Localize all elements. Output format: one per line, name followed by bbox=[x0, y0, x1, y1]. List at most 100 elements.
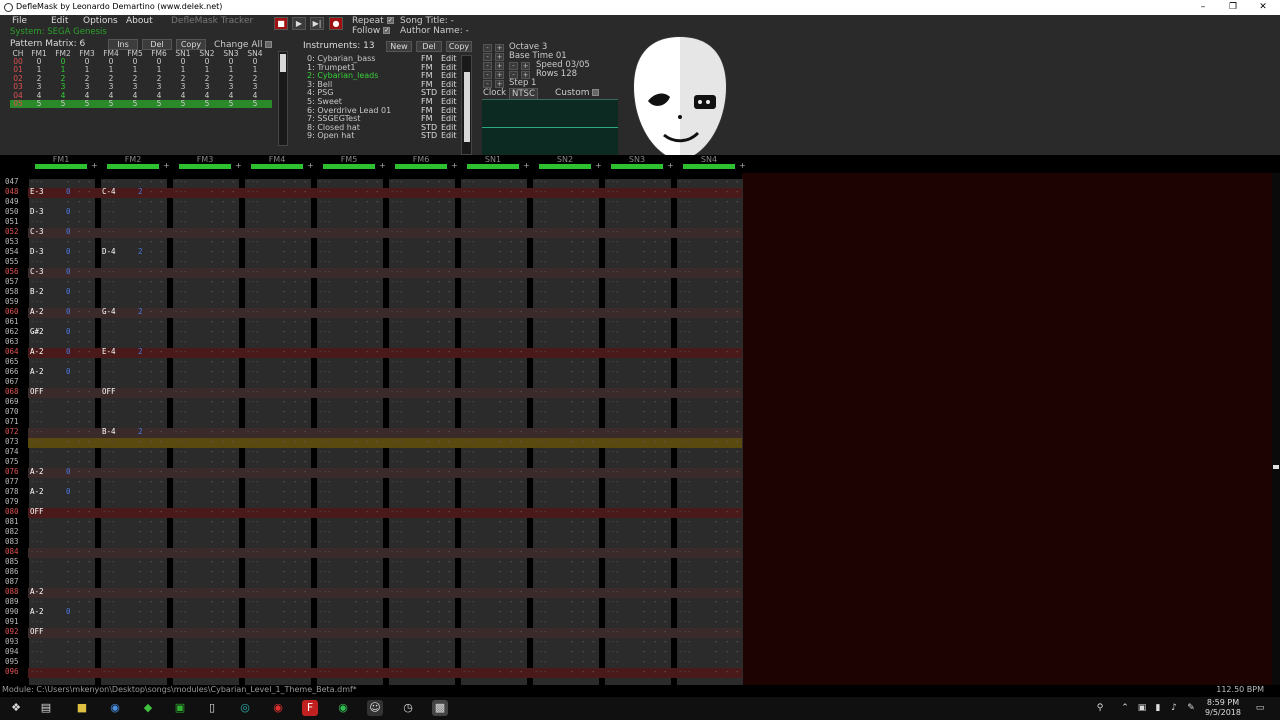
instrument-cell-empty[interactable]: - bbox=[570, 657, 575, 666]
note-cell-empty[interactable]: --- bbox=[678, 207, 692, 216]
note-cell-empty[interactable]: --- bbox=[102, 397, 116, 406]
effect-cell[interactable]: - bbox=[303, 577, 308, 586]
instrument-cell-empty[interactable]: - bbox=[282, 197, 287, 206]
volume-cell[interactable]: - bbox=[725, 217, 730, 226]
note-cell-empty[interactable]: --- bbox=[102, 467, 116, 476]
note-cell-empty[interactable]: --- bbox=[102, 357, 116, 366]
effect-cell[interactable]: - bbox=[375, 227, 380, 236]
instrument-cell-empty[interactable]: - bbox=[714, 637, 719, 646]
volume-cell[interactable]: - bbox=[149, 177, 154, 186]
effect-cell[interactable]: - bbox=[375, 617, 380, 626]
effect-cell[interactable]: - bbox=[87, 507, 92, 516]
instrument-cell-empty[interactable]: - bbox=[426, 657, 431, 666]
effect-cell[interactable]: - bbox=[663, 477, 668, 486]
effect-cell[interactable]: - bbox=[447, 247, 452, 256]
instrument-cell-empty[interactable]: - bbox=[498, 277, 503, 286]
note-cell-empty[interactable]: --- bbox=[30, 447, 44, 456]
volume-cell[interactable]: - bbox=[221, 597, 226, 606]
instrument-cell-empty[interactable]: - bbox=[714, 387, 719, 396]
instrument-cell-empty[interactable]: - bbox=[642, 607, 647, 616]
window-app-icon[interactable]: ▩ bbox=[432, 700, 448, 716]
note-cell-empty[interactable]: --- bbox=[246, 597, 260, 606]
instrument-cell-empty[interactable]: - bbox=[282, 557, 287, 566]
effect-cell[interactable]: - bbox=[735, 527, 740, 536]
note-cell-empty[interactable]: --- bbox=[606, 377, 620, 386]
note-cell-empty[interactable]: --- bbox=[390, 377, 404, 386]
note-cell-empty[interactable]: --- bbox=[462, 627, 476, 636]
note-cell-empty[interactable]: --- bbox=[678, 577, 692, 586]
volume-cell[interactable]: - bbox=[653, 487, 658, 496]
volume-cell[interactable]: - bbox=[77, 627, 82, 636]
volume-cell[interactable]: - bbox=[293, 467, 298, 476]
instrument-cell-empty[interactable]: - bbox=[642, 487, 647, 496]
volume-cell[interactable]: - bbox=[725, 387, 730, 396]
note-cell-empty[interactable]: --- bbox=[678, 627, 692, 636]
instrument-cell-empty[interactable]: - bbox=[282, 257, 287, 266]
instrument-cell-empty[interactable]: - bbox=[138, 217, 143, 226]
volume-cell[interactable]: - bbox=[293, 577, 298, 586]
instrument-cell[interactable]: 0 bbox=[66, 307, 71, 316]
effect-cell[interactable]: - bbox=[447, 177, 452, 186]
effect-cell[interactable]: - bbox=[591, 667, 596, 676]
instrument-cell-empty[interactable]: - bbox=[138, 647, 143, 656]
note-cell-empty[interactable]: --- bbox=[534, 597, 548, 606]
instrument-cell-empty[interactable]: - bbox=[642, 477, 647, 486]
effect-cell[interactable]: - bbox=[591, 177, 596, 186]
note-cell-empty[interactable]: --- bbox=[102, 197, 116, 206]
instrument-cell-empty[interactable]: - bbox=[714, 447, 719, 456]
volume-cell[interactable]: - bbox=[725, 347, 730, 356]
note-cell-empty[interactable]: --- bbox=[318, 337, 332, 346]
effect-cell[interactable]: - bbox=[591, 227, 596, 236]
effect-cell[interactable]: - bbox=[231, 187, 236, 196]
effect-cell[interactable]: - bbox=[159, 517, 164, 526]
effect-cell[interactable]: - bbox=[591, 537, 596, 546]
effect-cell[interactable]: - bbox=[87, 387, 92, 396]
volume-cell[interactable]: - bbox=[221, 297, 226, 306]
note-cell[interactable]: C-3 bbox=[30, 267, 44, 276]
effect-cell[interactable]: - bbox=[375, 367, 380, 376]
effect-cell[interactable]: - bbox=[159, 467, 164, 476]
effect-cell[interactable]: - bbox=[375, 597, 380, 606]
instrument-cell-empty[interactable]: - bbox=[66, 497, 71, 506]
volume-cell[interactable]: - bbox=[725, 287, 730, 296]
effect-cell[interactable]: - bbox=[663, 337, 668, 346]
effect-cell[interactable]: - bbox=[591, 417, 596, 426]
note-cell-empty[interactable]: --- bbox=[318, 537, 332, 546]
effect-cell[interactable]: - bbox=[231, 667, 236, 676]
volume-cell[interactable]: - bbox=[725, 667, 730, 676]
effect-cell[interactable]: - bbox=[303, 637, 308, 646]
note-cell-empty[interactable]: --- bbox=[318, 557, 332, 566]
note-cell-empty[interactable]: --- bbox=[246, 667, 260, 676]
volume-cell[interactable]: - bbox=[149, 667, 154, 676]
volume-cell[interactable]: - bbox=[437, 517, 442, 526]
instrument-cell-empty[interactable]: - bbox=[66, 357, 71, 366]
instrument-cell-empty[interactable]: - bbox=[354, 287, 359, 296]
instrument-cell[interactable]: 0 bbox=[66, 467, 71, 476]
volume-cell[interactable]: - bbox=[149, 467, 154, 476]
instrument-cell-empty[interactable]: - bbox=[714, 297, 719, 306]
volume-cell[interactable]: - bbox=[437, 327, 442, 336]
instrument-cell-empty[interactable]: - bbox=[642, 297, 647, 306]
note-cell-empty[interactable]: --- bbox=[678, 437, 692, 446]
effect-cell[interactable]: - bbox=[87, 657, 92, 666]
instrument-cell-empty[interactable]: - bbox=[210, 327, 215, 336]
note-cell-empty[interactable]: --- bbox=[462, 387, 476, 396]
effect-cell[interactable]: - bbox=[159, 367, 164, 376]
effect-cell[interactable]: - bbox=[663, 527, 668, 536]
note-cell-empty[interactable]: --- bbox=[318, 447, 332, 456]
note-cell-empty[interactable]: --- bbox=[102, 207, 116, 216]
volume-cell[interactable]: - bbox=[293, 637, 298, 646]
note-cell-empty[interactable]: --- bbox=[606, 547, 620, 556]
note-cell-empty[interactable]: --- bbox=[318, 367, 332, 376]
instrument-cell-empty[interactable]: - bbox=[714, 527, 719, 536]
effect-cell[interactable]: - bbox=[375, 217, 380, 226]
volume-cell[interactable]: - bbox=[437, 597, 442, 606]
note-cell-empty[interactable]: --- bbox=[678, 247, 692, 256]
volume-cell[interactable]: - bbox=[149, 457, 154, 466]
note-cell-empty[interactable]: --- bbox=[318, 307, 332, 316]
effect-cell[interactable]: - bbox=[231, 387, 236, 396]
instrument-cell-empty[interactable]: - bbox=[210, 597, 215, 606]
instrument-cell-empty[interactable]: - bbox=[714, 467, 719, 476]
instrument-cell-empty[interactable]: - bbox=[354, 297, 359, 306]
effect-cell[interactable]: - bbox=[159, 627, 164, 636]
